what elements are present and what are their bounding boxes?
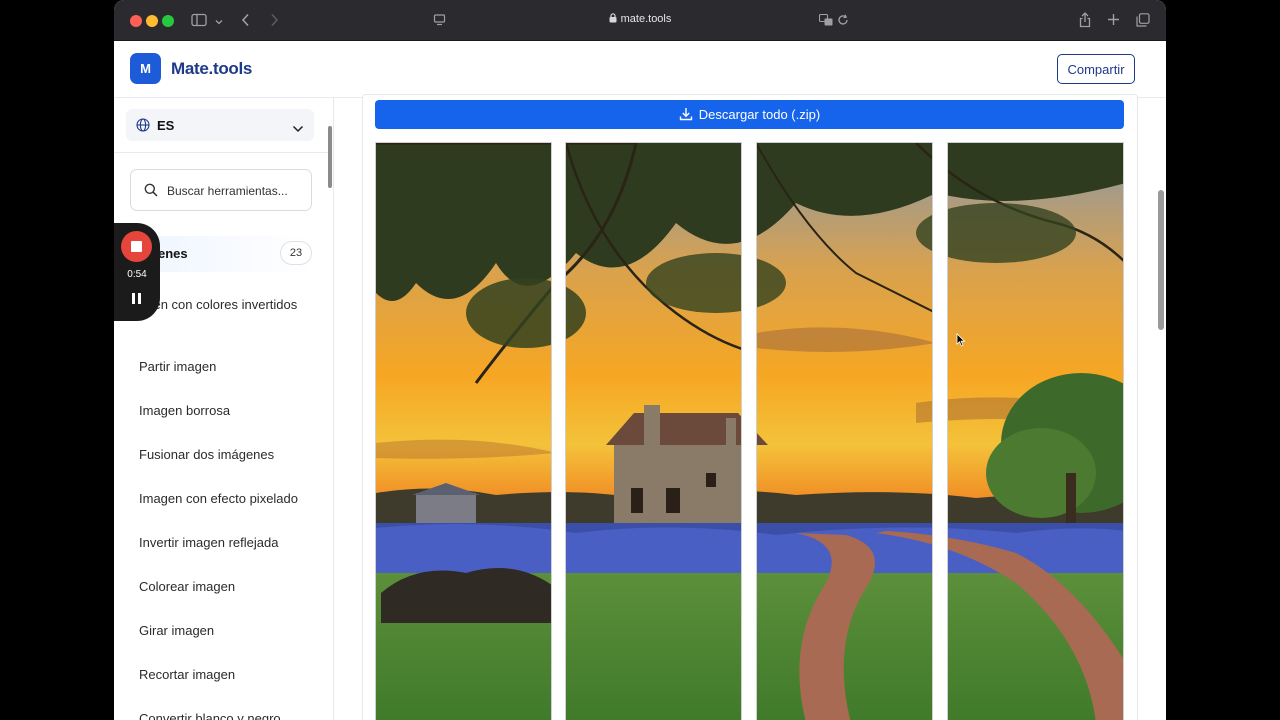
new-tab-icon[interactable] <box>1107 13 1120 28</box>
url-label: mate.tools <box>620 13 672 25</box>
download-icon <box>679 102 693 121</box>
sidebar-item-rotate[interactable]: Girar imagen <box>139 621 319 640</box>
sidebar-item-merge-images[interactable]: Fusionar dos imágenes <box>139 445 319 464</box>
sidebar-item-split-image[interactable]: Partir imagen <box>139 357 319 376</box>
split-image-gallery <box>375 142 1125 720</box>
screen-recorder: 0:54 <box>114 223 160 321</box>
divider <box>114 152 332 153</box>
pause-icon[interactable] <box>131 293 143 305</box>
sidebar-item-blur-image[interactable]: Imagen borrosa <box>139 401 319 420</box>
language-select[interactable]: ES <box>126 109 314 141</box>
share-button[interactable]: Compartir <box>1057 54 1135 84</box>
tile-image <box>947 143 1124 720</box>
logo[interactable]: M <box>130 53 161 84</box>
sidebar: ES Buscar herramientas... enes 23 agen c… <box>114 98 334 720</box>
tile-image <box>756 143 933 720</box>
share-icon[interactable] <box>1079 12 1091 30</box>
site-header: M Mate.tools Compartir <box>114 41 1166 98</box>
globe-icon <box>136 118 150 137</box>
tile-image <box>565 143 742 720</box>
url-text: mate.tools <box>424 13 856 26</box>
image-tile-4[interactable] <box>947 142 1124 720</box>
minimize-window-button[interactable] <box>146 15 158 27</box>
main-content: Descargar todo (.zip) <box>334 94 1166 720</box>
category-count-badge: 23 <box>280 241 312 265</box>
back-icon[interactable] <box>241 13 251 29</box>
browser-window: mate.tools M Mate.tools Compartir ES Bus… <box>114 0 1166 720</box>
mouse-cursor <box>956 333 966 352</box>
tab-overview-icon[interactable] <box>1136 13 1150 29</box>
sidebar-item-mirror[interactable]: Invertir imagen reflejada <box>139 533 319 552</box>
chevron-down-icon <box>292 120 304 138</box>
download-all-button[interactable]: Descargar todo (.zip) <box>375 100 1124 129</box>
search-icon <box>144 183 158 202</box>
recording-time: 0:54 <box>127 269 147 280</box>
zoom-window-button[interactable] <box>162 15 174 27</box>
sidebar-item-crop[interactable]: Recortar imagen <box>139 665 319 684</box>
address-bar[interactable]: mate.tools <box>424 9 856 32</box>
tile-image <box>376 143 552 720</box>
image-tile-3[interactable] <box>756 142 933 720</box>
main-scrollbar[interactable] <box>1158 190 1164 330</box>
lock-icon <box>609 13 617 26</box>
reload-icon[interactable] <box>837 14 849 28</box>
sidebar-item-colorize[interactable]: Colorear imagen <box>139 577 319 596</box>
browser-toolbar: mate.tools <box>114 0 1166 41</box>
chevron-down-icon[interactable] <box>215 14 223 28</box>
sidebar-toggle-icon[interactable] <box>191 13 207 29</box>
download-label: Descargar todo (.zip) <box>698 107 821 122</box>
search-input[interactable]: Buscar herramientas... <box>130 169 312 211</box>
image-tile-2[interactable] <box>565 142 742 720</box>
search-placeholder: Buscar herramientas... <box>167 184 288 198</box>
sidebar-scrollbar[interactable] <box>328 126 332 188</box>
forward-icon[interactable] <box>269 13 279 29</box>
translate-icon[interactable] <box>818 13 833 28</box>
sidebar-item-pixelate[interactable]: Imagen con efecto pixelado <box>139 489 319 508</box>
stop-recording-button[interactable] <box>121 231 152 262</box>
sidebar-item-black-white[interactable]: Convertir blanco y negro <box>139 709 319 720</box>
image-tile-1[interactable] <box>375 142 552 720</box>
category-label: enes <box>158 246 188 261</box>
sidebar-item-inverted-colors[interactable]: agen con colores invertidos <box>139 295 319 314</box>
brand-name[interactable]: Mate.tools <box>171 59 252 79</box>
language-label: ES <box>157 118 175 133</box>
close-window-button[interactable] <box>130 15 142 27</box>
